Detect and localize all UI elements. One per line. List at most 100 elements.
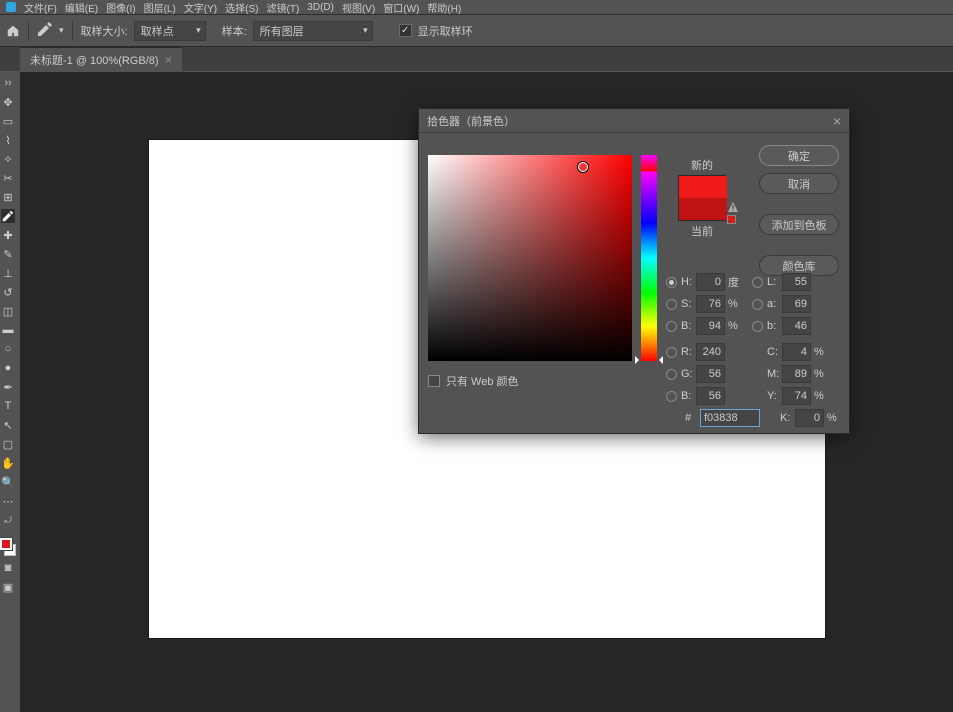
color-picker-dialog: 拾色器（前景色） × 新的 当前 确定 取消 添加到色板: [419, 109, 849, 433]
path-select-tool-icon[interactable]: ↖: [1, 418, 15, 432]
dodge-tool-icon[interactable]: ●: [1, 361, 15, 375]
eraser-tool-icon[interactable]: ◫: [1, 304, 15, 318]
b2-radio[interactable]: [752, 321, 763, 332]
stamp-tool-icon[interactable]: ⊥: [1, 266, 15, 280]
b-radio[interactable]: [666, 391, 677, 402]
close-icon[interactable]: ×: [833, 113, 841, 129]
h-input[interactable]: [696, 273, 725, 291]
type-tool-icon[interactable]: T: [1, 399, 15, 413]
menu-filter[interactable]: 滤镜(T): [264, 0, 303, 16]
quick-select-tool-icon[interactable]: ✧: [1, 152, 15, 166]
menu-edit[interactable]: 编辑(E): [62, 0, 101, 16]
expand-handle-icon[interactable]: ››: [1, 76, 15, 90]
spacer: [759, 201, 839, 207]
g-radio[interactable]: [666, 369, 677, 380]
dialog-body: 新的 当前 确定 取消 添加到色板 颜色库 H: 度: [419, 133, 849, 433]
close-icon[interactable]: ×: [165, 52, 173, 67]
l-radio[interactable]: [752, 277, 763, 288]
swap-colors-icon[interactable]: ⤾: [1, 513, 15, 527]
k-input[interactable]: [795, 409, 824, 427]
y-input[interactable]: [782, 387, 811, 405]
dialog-buttons: 确定 取消 添加到色板 颜色库: [759, 145, 839, 276]
menu-layer[interactable]: 图层(L): [141, 0, 179, 16]
shape-tool-icon[interactable]: ▢: [1, 437, 15, 451]
history-brush-tool-icon[interactable]: ↺: [1, 285, 15, 299]
document-tab[interactable]: 未标题-1 @ 100%(RGB/8) ×: [20, 47, 182, 71]
sample-size-label: 取样大小:: [81, 23, 128, 39]
web-only-row: 只有 Web 颜色: [428, 373, 519, 389]
s-unit: %: [728, 298, 742, 310]
menu-type[interactable]: 文字(Y): [181, 0, 220, 16]
zoom-tool-icon[interactable]: 🔍: [1, 475, 15, 489]
frame-tool-icon[interactable]: ⊞: [1, 190, 15, 204]
r-radio[interactable]: [666, 347, 677, 358]
h-label: H:: [681, 276, 696, 288]
a-input[interactable]: [782, 295, 811, 313]
hex-input[interactable]: [700, 409, 760, 427]
move-tool-icon[interactable]: ✥: [1, 95, 15, 109]
l-label: L:: [767, 276, 782, 288]
add-swatch-button[interactable]: 添加到色板: [759, 214, 839, 235]
marquee-tool-icon[interactable]: ▭: [1, 114, 15, 128]
cancel-button[interactable]: 取消: [759, 173, 839, 194]
app-logo-icon: [6, 2, 16, 12]
m-input[interactable]: [782, 365, 811, 383]
r-input[interactable]: [696, 343, 725, 361]
h-radio[interactable]: [666, 277, 677, 288]
chevron-down-icon[interactable]: ▾: [59, 25, 64, 36]
menu-select[interactable]: 选择(S): [222, 0, 261, 16]
menu-image[interactable]: 图像(I): [103, 0, 138, 16]
dialog-titlebar[interactable]: 拾色器（前景色） ×: [419, 109, 849, 133]
quick-mask-icon[interactable]: ◙: [1, 561, 15, 575]
saturation-value-field[interactable]: [428, 155, 632, 361]
sv-cursor[interactable]: [578, 162, 588, 172]
edit-toolbar-icon[interactable]: ⋯: [1, 494, 15, 508]
brush-tool-icon[interactable]: ✎: [1, 247, 15, 261]
home-icon[interactable]: [6, 24, 20, 38]
b2-input[interactable]: [782, 317, 811, 335]
eyedropper-tool-icon[interactable]: [37, 21, 53, 40]
ok-button[interactable]: 确定: [759, 145, 839, 166]
hand-tool-icon[interactable]: ✋: [1, 456, 15, 470]
show-ring-checkbox[interactable]: [399, 24, 412, 37]
sample-dropdown[interactable]: 所有图层: [253, 21, 373, 41]
y-unit: %: [814, 390, 828, 402]
blur-tool-icon[interactable]: ○: [1, 342, 15, 356]
crop-tool-icon[interactable]: ✂: [1, 171, 15, 185]
menu-help[interactable]: 帮助(H): [424, 0, 464, 16]
foreground-color-well[interactable]: [0, 538, 12, 550]
l-input[interactable]: [782, 273, 811, 291]
c-input[interactable]: [782, 343, 811, 361]
web-only-checkbox[interactable]: [428, 375, 440, 387]
s-radio[interactable]: [666, 299, 677, 310]
g-input[interactable]: [696, 365, 725, 383]
c-label: C:: [767, 346, 782, 358]
s-label: S:: [681, 298, 696, 310]
bv-radio[interactable]: [666, 321, 677, 332]
hue-slider[interactable]: [641, 155, 657, 361]
eyedropper-tool-icon[interactable]: [1, 209, 15, 223]
s-input[interactable]: [696, 295, 725, 313]
m-unit: %: [814, 368, 828, 380]
lasso-tool-icon[interactable]: ⌇: [1, 133, 15, 147]
menu-window[interactable]: 窗口(W): [380, 0, 422, 16]
bv-label: B:: [681, 320, 696, 332]
a-radio[interactable]: [752, 299, 763, 310]
hex-label: #: [685, 412, 700, 424]
bv-unit: %: [728, 320, 742, 332]
healing-tool-icon[interactable]: ✚: [1, 228, 15, 242]
bv-input[interactable]: [696, 317, 725, 335]
pen-tool-icon[interactable]: ✒: [1, 380, 15, 394]
menu-3d[interactable]: 3D(D): [304, 1, 337, 14]
current-color-label: 当前: [667, 223, 737, 239]
menu-file[interactable]: 文件(F): [21, 0, 60, 16]
gamut-nearest-swatch[interactable]: [727, 215, 736, 224]
menu-view[interactable]: 视图(V): [339, 0, 378, 16]
screen-mode-icon[interactable]: ▣: [1, 580, 15, 594]
gamut-warning-icon[interactable]: [727, 201, 739, 213]
sample-size-dropdown[interactable]: 取样点: [134, 21, 206, 41]
current-color-swatch: [679, 198, 727, 220]
b-input[interactable]: [696, 387, 725, 405]
gradient-tool-icon[interactable]: ▬: [1, 323, 15, 337]
new-color-swatch: [679, 176, 727, 198]
